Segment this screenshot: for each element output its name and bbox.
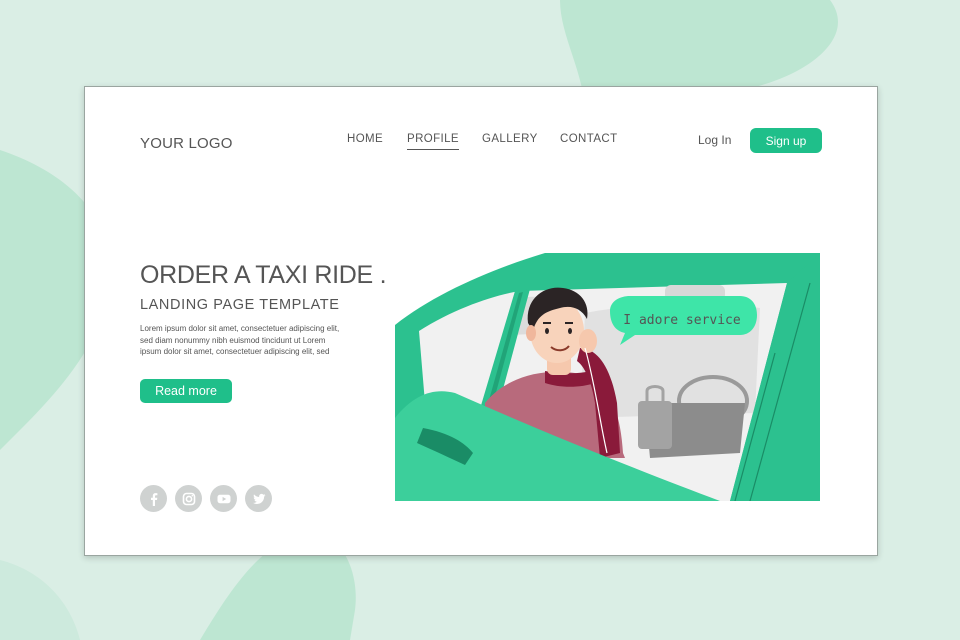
hero-title: ORDER A TAXI RIDE .: [140, 261, 387, 289]
nav-home[interactable]: HOME: [347, 133, 383, 145]
facebook-icon[interactable]: [140, 485, 167, 512]
nav-contact[interactable]: CONTACT: [560, 133, 618, 145]
login-link[interactable]: Log In: [698, 133, 731, 147]
twitter-icon[interactable]: [245, 485, 272, 512]
site-logo[interactable]: YOUR LOGO: [140, 135, 233, 152]
taxi-illustration: [395, 253, 820, 501]
youtube-icon[interactable]: [210, 485, 237, 512]
nav-profile[interactable]: PROFILE: [407, 133, 460, 150]
nav-gallery[interactable]: GALLERY: [482, 133, 538, 145]
hero-description-line: Lorem ipsum dolor sit amet, consectetuer…: [140, 324, 340, 333]
hero-subtitle: LANDING PAGE TEMPLATE: [140, 297, 340, 313]
instagram-icon[interactable]: [175, 485, 202, 512]
read-more-button[interactable]: Read more: [140, 379, 232, 403]
hero-description-line: sed diam nonummy nibh euismod tincidunt …: [140, 335, 326, 345]
landing-page-card: YOUR LOGO HOME PROFILE GALLERY CONTACT L…: [84, 86, 878, 556]
hero-description: Lorem ipsum dolor sit amet, consectetuer…: [140, 323, 350, 358]
hero-description-line: ipsum dolor sit amet, consectetuer adipi…: [140, 347, 330, 356]
signup-button[interactable]: Sign up: [750, 128, 822, 153]
speech-bubble-text: I adore service: [623, 313, 741, 328]
